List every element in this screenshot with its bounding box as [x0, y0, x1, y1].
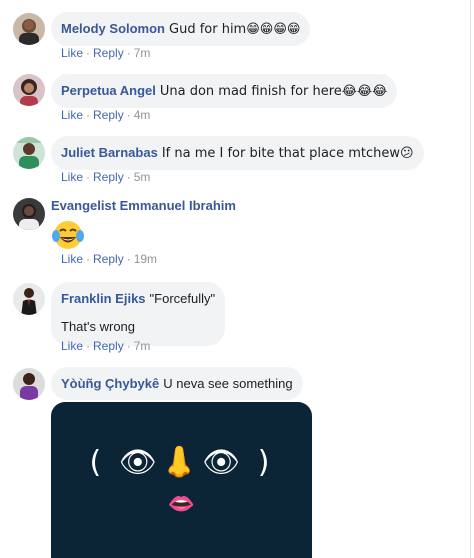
- reply-link[interactable]: Reply: [93, 252, 124, 266]
- comment-image-meme[interactable]: ( 👁👃👁 ) 👄: [51, 402, 312, 558]
- comment-actions: Like · Reply · 7m: [61, 339, 151, 353]
- comment-actions: Like · Reply · 4m: [61, 108, 151, 122]
- reply-link[interactable]: Reply: [93, 170, 124, 184]
- comment-author[interactable]: Evangelist Emmanuel Ibrahim: [51, 198, 236, 213]
- avatar[interactable]: [13, 13, 45, 45]
- comment-author[interactable]: Yòùñg Çhybykê: [61, 376, 159, 391]
- comment-timestamp[interactable]: 7m: [134, 339, 151, 353]
- like-link[interactable]: Like: [61, 339, 83, 353]
- comment-text: "Forcefully": [149, 291, 216, 306]
- comment-timestamp[interactable]: 4m: [134, 108, 151, 122]
- comment-bubble: Perpetua Angel Una don mad finish for her…: [51, 74, 398, 108]
- reply-link[interactable]: Reply: [93, 46, 124, 60]
- panel-divider: [470, 0, 471, 558]
- like-link[interactable]: Like: [61, 252, 83, 266]
- comment-bubble: Yòùñg Çhybykê U neva see something: [51, 367, 303, 400]
- comment-actions: Like · Reply · 5m: [61, 170, 151, 184]
- face-made-of-emoji-meme-icon: ( 👁👃👁 ): [89, 445, 274, 480]
- comment-author[interactable]: Juliet Barnabas: [61, 145, 158, 160]
- comment-author[interactable]: Perpetua Angel: [61, 83, 156, 98]
- comment-text: Gud for him😁😁😁😁: [169, 22, 301, 37]
- comment-author[interactable]: Franklin Ejiks: [61, 291, 146, 306]
- like-link[interactable]: Like: [61, 108, 83, 122]
- avatar[interactable]: [13, 137, 45, 169]
- avatar[interactable]: [13, 198, 45, 230]
- avatar[interactable]: [13, 283, 45, 315]
- comment-text-line2: That's wrong: [61, 319, 136, 334]
- lips-icon: 👄: [167, 492, 196, 517]
- comment-bubble: Juliet Barnabas If na me I for bite that …: [51, 136, 424, 170]
- comment-text: U neva see something: [163, 376, 293, 391]
- comment-text: Una don mad finish for here😂😂😂: [159, 84, 388, 99]
- comment-actions: Like · Reply · 19m: [61, 252, 158, 266]
- comment-timestamp[interactable]: 5m: [134, 170, 151, 184]
- reply-link[interactable]: Reply: [93, 108, 124, 122]
- comment-text: If na me I for bite that place mtchew😕: [161, 146, 414, 161]
- comment-timestamp[interactable]: 19m: [134, 252, 157, 266]
- avatar[interactable]: [13, 368, 45, 400]
- comment-author[interactable]: Melody Solomon: [61, 21, 165, 36]
- comment-bubble: Melody Solomon Gud for him😁😁😁😁: [51, 12, 311, 46]
- comment-actions: Like · Reply · 7m: [61, 46, 151, 60]
- like-link[interactable]: Like: [61, 46, 83, 60]
- comments-panel: Melody Solomon Gud for him😁😁😁😁 Like · Reply…: [0, 0, 474, 558]
- comment-timestamp[interactable]: 7m: [134, 46, 151, 60]
- comment-bubble: Franklin Ejiks "Forcefully" That's wrong: [51, 282, 226, 346]
- reply-link[interactable]: Reply: [93, 339, 124, 353]
- face-with-tears-of-joy-icon: [51, 218, 85, 252]
- avatar[interactable]: [13, 74, 45, 106]
- like-link[interactable]: Like: [61, 170, 83, 184]
